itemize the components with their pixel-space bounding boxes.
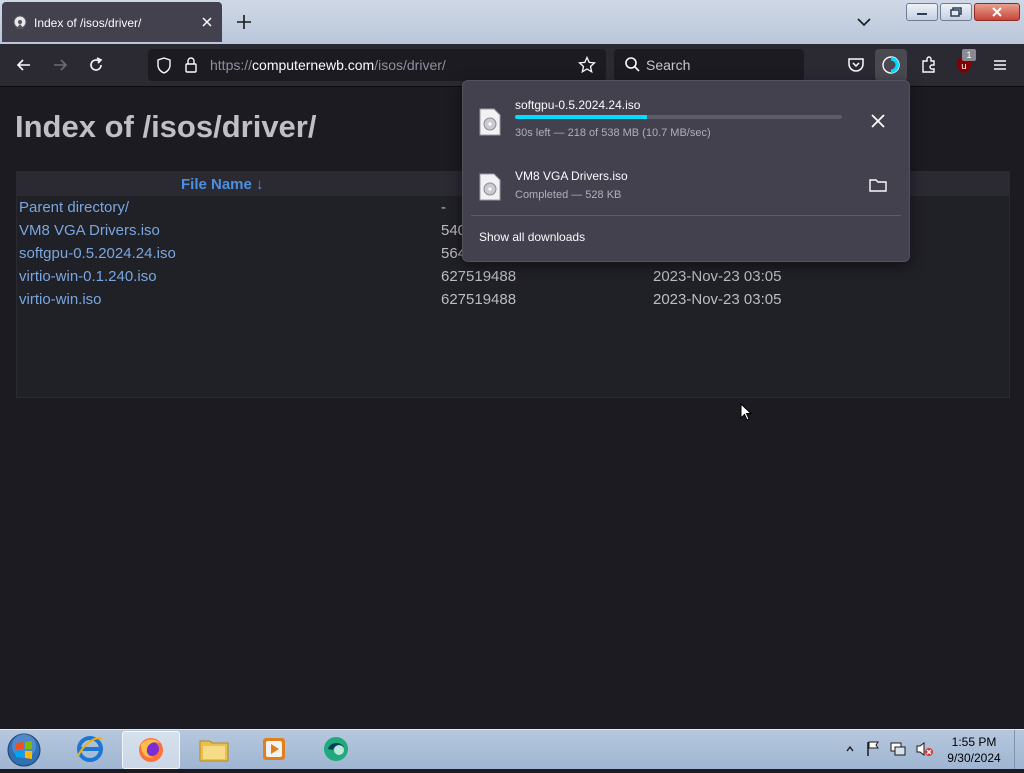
tab-bar: Index of /isos/driver/ [0,0,1024,44]
tab-close-icon[interactable] [200,15,214,29]
app-taskbar-icon[interactable] [308,731,364,767]
extension-badge-count: 1 [962,49,976,61]
pocket-icon[interactable] [846,55,866,75]
firefox-taskbar-icon[interactable] [122,731,180,769]
forward-arrow-icon[interactable] [50,55,70,75]
download-progress-fill [515,115,648,119]
start-button-windows-orb-icon[interactable] [6,732,46,768]
taskbar-clock[interactable]: 1:55 PM 9/30/2024 [936,734,1012,766]
url-text[interactable]: https://computernewb.com/isos/driver/ [210,57,446,73]
downloads-button[interactable] [875,49,907,81]
show-in-folder-icon[interactable] [869,177,887,198]
search-placeholder: Search [646,57,691,73]
tab-active[interactable]: Index of /isos/driver/ [2,2,222,42]
network-icon[interactable] [889,740,907,758]
file-size: - [441,199,446,216]
download-item-in-progress[interactable]: softgpu-0.5.2024.24.iso 30s left — 218 o… [463,98,909,164]
tab-title: Index of /isos/driver/ [34,16,142,30]
download-status: 30s left — 218 of 538 MB (10.7 MB/sec) [515,127,711,139]
hamburger-menu-icon[interactable] [990,55,1010,75]
url-scheme: https:// [210,57,253,73]
search-bar[interactable]: Search [614,49,804,81]
new-tab-plus-icon[interactable] [235,13,253,31]
file-link[interactable]: virtio-win-0.1.240.iso [19,268,157,285]
file-name-column-header[interactable]: File Name ↓ [181,176,264,193]
windows-taskbar: 1:55 PM 9/30/2024 [0,729,1024,769]
internet-explorer-taskbar-icon[interactable] [62,731,118,767]
extensions-puzzle-icon[interactable] [919,55,939,75]
show-hidden-icons-icon[interactable] [845,744,855,754]
download-progress-bar [515,115,842,119]
table-row: virtio-win-0.1.240.iso 627519488 2023-No… [17,265,1009,288]
mouse-cursor-icon [740,403,752,421]
url-host: computernewb.com [252,57,375,73]
file-date: 2023-Nov-23 03:05 [653,268,782,285]
download-file-name: VM8 VGA Drivers.iso [515,169,628,183]
file-size: 627519488 [441,268,517,285]
show-all-downloads-button[interactable]: Show all downloads [479,230,585,244]
file-link[interactable]: softgpu-0.5.2024.24.iso [19,245,176,262]
show-desktop-button[interactable] [1014,730,1024,769]
download-status: Completed — 528 KB [515,189,622,201]
action-center-flag-icon[interactable] [865,740,881,758]
tracking-protection-shield-icon[interactable] [156,57,172,79]
download-item-completed[interactable]: VM8 VGA Drivers.iso Completed — 528 KB [463,169,909,235]
volume-muted-icon[interactable] [915,740,935,758]
iso-file-icon [479,108,501,136]
url-path: /isos/driver/ [374,57,446,73]
svg-text:u: u [961,62,967,72]
media-player-taskbar-icon[interactable] [246,731,302,767]
downloads-panel: softgpu-0.5.2024.24.iso 30s left — 218 o… [462,80,910,262]
downloads-progress-icon [882,56,900,74]
list-all-tabs-chevron-icon[interactable] [855,14,873,30]
window-controls [906,3,1020,21]
table-row: virtio-win.iso 627519488 2023-Nov-23 03:… [17,288,1009,311]
file-size: 627519488 [441,291,517,308]
download-file-name: softgpu-0.5.2024.24.iso [515,98,641,112]
panel-divider [471,215,901,216]
iso-file-icon [479,173,501,201]
search-icon [624,56,640,79]
cancel-download-close-icon[interactable] [869,112,887,135]
file-explorer-taskbar-icon[interactable] [186,731,242,767]
file-link[interactable]: VM8 VGA Drivers.iso [19,222,160,239]
clock-date: 9/30/2024 [947,751,1001,765]
restore-button[interactable] [940,3,972,21]
minimize-button[interactable] [906,3,938,21]
close-window-button[interactable] [974,3,1020,21]
address-bar[interactable]: https://computernewb.com/isos/driver/ [148,49,606,81]
file-date: 2023-Nov-23 03:05 [653,291,782,308]
bookmark-star-icon[interactable] [577,55,597,79]
page-heading: Index of /isos/driver/ [15,109,317,144]
lock-icon[interactable] [183,56,199,79]
clock-time: 1:55 PM [951,735,997,749]
file-link[interactable]: virtio-win.iso [19,291,102,308]
file-link[interactable]: Parent directory/ [19,199,129,216]
back-arrow-icon[interactable] [14,55,34,75]
reload-icon[interactable] [86,55,106,75]
site-favicon-icon [12,15,28,31]
